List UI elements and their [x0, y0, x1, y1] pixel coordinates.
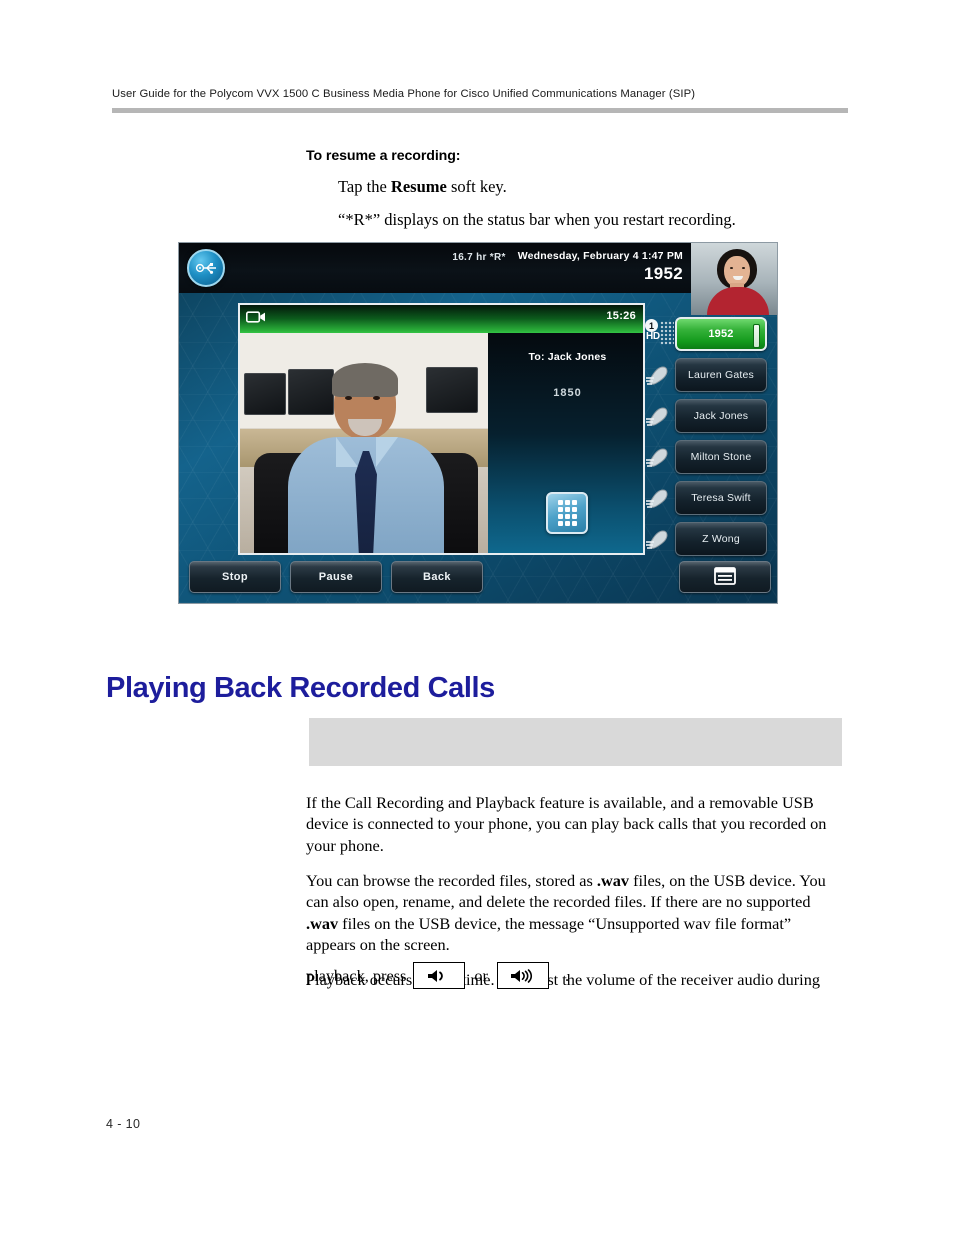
phone-screenshot: 16.7 hr *R* Wednesday, February 4 1:47 P…	[178, 242, 778, 604]
call-status-bar: 15:26	[240, 305, 643, 333]
line-key-row[interactable]: 1 HD 1952	[643, 315, 773, 356]
softkey-back[interactable]: Back	[391, 561, 483, 593]
dialpad-icon[interactable]	[546, 492, 588, 534]
soft-key-bar: Stop Pause Back	[179, 561, 777, 597]
procedure-title: To resume a recording:	[306, 148, 461, 164]
line-key-row[interactable]: Jack Jones	[643, 397, 773, 438]
page-header: User Guide for the Polycom VVX 1500 C Bu…	[112, 88, 848, 113]
call-info-panel: To: Jack Jones 1850	[488, 333, 643, 553]
handset-icon	[643, 403, 673, 433]
far-end-video	[240, 333, 488, 553]
softkey-label: Stop	[221, 571, 249, 583]
call-info-blank-line	[488, 369, 643, 382]
running-head: User Guide for the Polycom VVX 1500 C Bu…	[112, 88, 696, 100]
page-title: Playing Back Recorded Calls	[106, 672, 495, 705]
handset-icon	[643, 526, 673, 556]
softkey-pause[interactable]: Pause	[290, 561, 382, 593]
line-key-z-wong[interactable]: Z Wong	[675, 522, 767, 556]
volume-instruction-line: playback, press or .	[306, 962, 843, 989]
softkey-menu[interactable]	[679, 561, 771, 593]
line-key-lauren-gates[interactable]: Lauren Gates	[675, 358, 767, 392]
handset-icon	[643, 362, 673, 392]
step1-prefix: Tap the	[338, 177, 391, 196]
line-key-jack-jones[interactable]: Jack Jones	[675, 399, 767, 433]
video-camera-icon	[246, 310, 266, 329]
p2-part3: files on the USB device, the message “Un…	[306, 913, 792, 955]
paragraph-1: If the Call Recording and Playback featu…	[306, 793, 827, 855]
line-key-list: 1 HD 1952 Lauren Gates Jack Jones Milton…	[643, 315, 773, 561]
call-to-label: To: Jack Jones	[528, 351, 607, 363]
line-key-row[interactable]: Teresa Swift	[643, 479, 773, 520]
phone-status-bar: 16.7 hr *R* Wednesday, February 4 1:47 P…	[179, 243, 777, 315]
line-key-teresa-swift[interactable]: Teresa Swift	[675, 481, 767, 515]
line-key-label: Lauren Gates	[687, 369, 755, 381]
p2-bold-wav-1: .wav	[596, 871, 629, 891]
p2-part1: You can browse the recorded files, store…	[306, 871, 597, 891]
status-right-group: Wednesday, February 4 1:47 PM 1952	[518, 250, 683, 284]
softkey-label: Back	[423, 571, 451, 583]
handset-icon	[643, 485, 673, 515]
volume-instruction-suffix: .	[564, 965, 570, 985]
hd-line-icon: 1 HD	[645, 319, 675, 351]
call-remote-extension: 1850	[553, 387, 582, 399]
line-key-label: 1952	[708, 328, 734, 340]
hd-label: HD	[646, 331, 660, 342]
header-rule	[112, 108, 848, 113]
note-callout	[309, 718, 842, 766]
active-call-window[interactable]: 15:26 To: Jack Jones 1850	[238, 303, 645, 555]
line-key-row[interactable]: Lauren Gates	[643, 356, 773, 397]
paragraph-2: You can browse the recorded files, store…	[306, 870, 843, 955]
procedure-block: To resume a recording: Tap the Resume so…	[306, 148, 851, 230]
hd-waves-icon	[660, 321, 674, 345]
line-key-row[interactable]: Milton Stone	[643, 438, 773, 479]
call-timer: 15:26	[606, 310, 636, 322]
procedure-step-1: Tap the Resume soft key.	[338, 176, 851, 197]
volume-or-label: or	[474, 965, 488, 985]
line-key-row[interactable]: Z Wong	[643, 520, 773, 561]
step1-suffix: soft key.	[446, 177, 507, 196]
volume-down-icon[interactable]	[413, 962, 466, 989]
line-key-label: Teresa Swift	[691, 492, 751, 504]
procedure-step-2: “*R*” displays on the status bar when yo…	[338, 210, 736, 230]
line-key-milton-stone[interactable]: Milton Stone	[675, 440, 767, 474]
my-extension: 1952	[643, 264, 683, 283]
step1-softkey-name: Resume	[390, 177, 447, 196]
line-key-label: Milton Stone	[690, 451, 752, 463]
handset-icon	[643, 444, 673, 474]
softkey-stop[interactable]: Stop	[189, 561, 281, 593]
volume-instruction-prefix: playback, press	[306, 965, 407, 985]
softkey-label: Pause	[318, 571, 354, 583]
status-datetime: Wednesday, February 4 1:47 PM	[517, 250, 683, 262]
self-view-thumbnail	[691, 243, 777, 315]
menu-list-icon	[714, 566, 736, 588]
page-number: 4 - 10	[106, 1117, 141, 1131]
handset-indicator-icon	[753, 324, 760, 348]
recording-status-text: 16.7 hr *R*	[452, 252, 506, 263]
line-key-1952[interactable]: 1952	[675, 317, 767, 351]
line-key-label: Z Wong	[702, 533, 740, 545]
line-key-label: Jack Jones	[693, 410, 749, 422]
volume-up-icon[interactable]	[496, 962, 549, 989]
p2-bold-wav-2: .wav	[306, 913, 339, 933]
